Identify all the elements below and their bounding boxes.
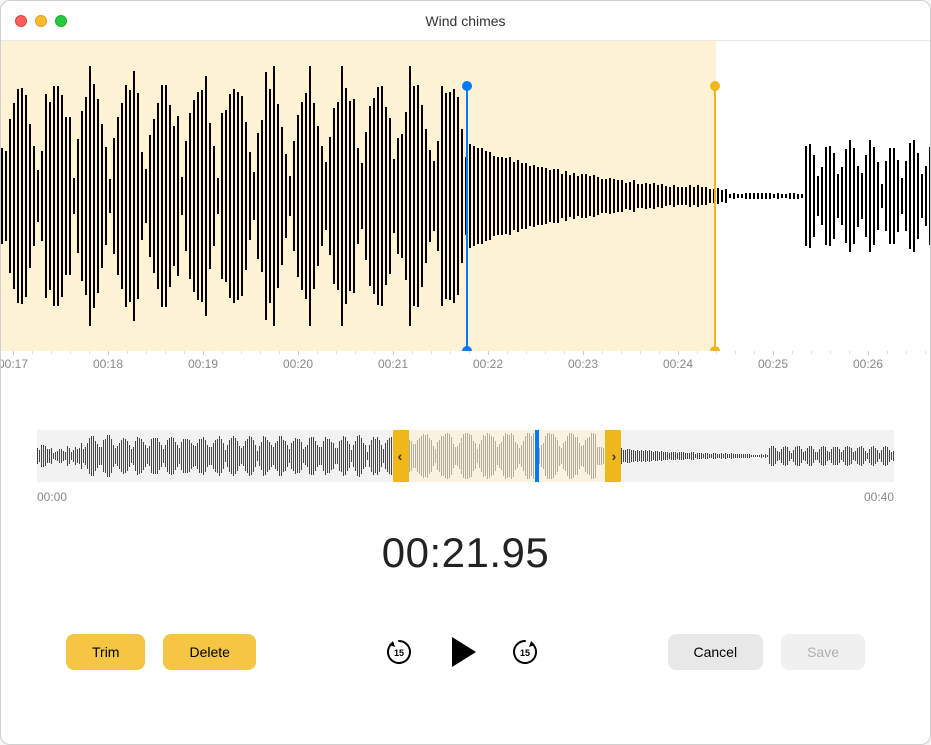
trim-handle-left[interactable]: ‹ — [393, 430, 407, 482]
skip-forward-15-icon: 15 — [510, 637, 540, 667]
skip-back-button[interactable]: 15 — [384, 637, 414, 667]
time-tick: 00:19 — [188, 357, 218, 371]
chevron-left-icon: ‹ — [398, 448, 403, 464]
time-tick: 00:21 — [378, 357, 408, 371]
chevron-right-icon: › — [612, 448, 617, 464]
time-tick: 00:22 — [473, 357, 503, 371]
svg-text:15: 15 — [394, 648, 404, 658]
titlebar[interactable]: Wind chimes — [1, 1, 930, 41]
time-tick: 00:23 — [568, 357, 598, 371]
time-tick: 00:24 — [663, 357, 693, 371]
time-tick: 00:18 — [93, 357, 123, 371]
play-icon — [442, 632, 482, 672]
trim-handle-right[interactable]: › — [607, 430, 621, 482]
trim-selection-box — [407, 430, 607, 482]
time-tick: 00:25 — [758, 357, 788, 371]
controls-bar: Trim Delete 15 15 — [1, 632, 930, 672]
trim-end-marker[interactable] — [714, 86, 716, 351]
window-controls — [15, 15, 67, 27]
skip-back-15-icon: 15 — [384, 637, 414, 667]
time-tick: 00:20 — [283, 357, 313, 371]
play-button[interactable] — [442, 632, 482, 672]
minimize-button[interactable] — [35, 15, 47, 27]
maximize-button[interactable] — [55, 15, 67, 27]
overview-waveform[interactable]: ‹ › — [37, 430, 894, 482]
app-window: Wind chimes 00:1700:1800:1900:2000:2100:… — [0, 0, 931, 745]
window-title: Wind chimes — [1, 13, 930, 29]
time-ruler: 00:17 00:18 00:19 00:20 00:21 00:22 00:23 00:24… — [1, 351, 930, 385]
time-tick: 00:17 — [0, 357, 28, 371]
playhead-marker[interactable] — [466, 86, 468, 351]
time-tick: 00:26 — [853, 357, 883, 371]
cancel-button[interactable]: Cancel — [668, 634, 764, 670]
save-button[interactable]: Save — [781, 634, 865, 670]
overview-end-label: 00:40 — [864, 490, 894, 504]
close-button[interactable] — [15, 15, 27, 27]
overview-start-label: 00:00 — [37, 490, 67, 504]
overview-playhead[interactable] — [535, 430, 539, 482]
svg-text:15: 15 — [520, 648, 530, 658]
main-waveform-area[interactable] — [1, 41, 930, 351]
current-time-display: 00:21.95 — [1, 529, 930, 577]
overview-labels: 00:00 00:40 — [37, 490, 894, 504]
skip-forward-button[interactable]: 15 — [510, 637, 540, 667]
delete-button[interactable]: Delete — [163, 634, 255, 670]
overview-section: ‹ › 00:00 00:40 — [37, 430, 894, 504]
playback-controls: 15 15 — [384, 632, 540, 672]
trim-button[interactable]: Trim — [66, 634, 145, 670]
